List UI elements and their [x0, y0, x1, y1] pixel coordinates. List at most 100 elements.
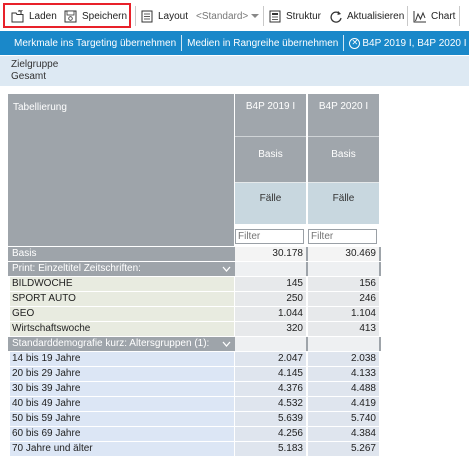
row-label: Basis	[12, 248, 37, 259]
load-button[interactable]: Laden	[11, 8, 57, 24]
layout-value: <Standard>	[196, 10, 249, 22]
group-label: Print: Einzeltitel Zeitschriften:	[12, 263, 141, 274]
column-cases-label: Fälle	[235, 182, 306, 224]
table-row: GEO 1.044 1.104	[8, 307, 381, 321]
load-label: Laden	[29, 10, 57, 22]
row-label: 30 bis 39 Jahre	[10, 382, 234, 396]
column-title: B4P 2020 I	[308, 94, 379, 136]
group-label: Standarddemografie kurz: Altersgruppen (…	[12, 338, 210, 349]
row-label: Wirtschaftswoche	[10, 322, 234, 336]
cell-value: 4.419	[308, 397, 379, 411]
chart-label: Chart	[431, 10, 456, 22]
filter-cell	[235, 229, 304, 246]
cell-value: 1.044	[235, 307, 306, 321]
layout-button[interactable]: Layout	[141, 8, 188, 24]
column-basis-label: Basis	[308, 136, 379, 182]
table-row: SPORT AUTO 250 246	[8, 292, 381, 306]
cell-value: 4.376	[235, 382, 306, 396]
save-button[interactable]: Speichern	[64, 8, 127, 24]
target-group-heading: Zielgruppe	[11, 59, 59, 70]
refresh-button[interactable]: Aktualisieren	[329, 8, 404, 24]
action-bar-divider	[181, 35, 183, 51]
filter-input-b4p-2019[interactable]	[235, 229, 304, 244]
column-title: B4P 2019 I	[235, 94, 306, 136]
structure-button[interactable]: Struktur	[269, 8, 321, 24]
cell-value: 413	[308, 322, 379, 336]
table-row: Wirtschaftswoche 320 413	[8, 322, 381, 336]
target-group-value: Gesamt	[11, 71, 47, 82]
surveys-filter-label: B4P 2019 I, B4P 2020 I	[362, 37, 467, 49]
open-folder-icon	[11, 9, 24, 22]
row-label: GEO	[10, 307, 234, 321]
row-label: SPORT AUTO	[10, 292, 234, 306]
cell-value: 5.639	[235, 412, 306, 426]
group-row-print-titles[interactable]: Print: Einzeltitel Zeitschriften:	[8, 262, 381, 276]
row-label: 60 bis 69 Jahre	[10, 427, 234, 441]
filter-cell	[308, 229, 377, 246]
cell-value: 4.133	[308, 367, 379, 381]
table-row: 60 bis 69 Jahre 4.256 4.384	[8, 427, 381, 441]
cell-value: 4.256	[235, 427, 306, 441]
cell-value: 2.047	[235, 352, 306, 366]
column-header-b4p-2020: B4P 2020 I Basis Fälle	[308, 94, 379, 224]
save-icon	[64, 10, 77, 22]
cell-value: 145	[235, 277, 306, 291]
table-header-title: Tabellierung	[8, 94, 234, 246]
row-label: 20 bis 29 Jahre	[10, 367, 234, 381]
cell-value	[308, 337, 379, 351]
layout-select[interactable]: <Standard>	[196, 8, 260, 24]
apply-features-targeting-label: Merkmale ins Targeting übernehmen	[14, 37, 177, 49]
cell-value: 246	[308, 292, 379, 306]
apply-features-targeting-button[interactable]: Merkmale ins Targeting übernehmen	[0, 31, 181, 55]
toolbar-divider	[407, 6, 408, 26]
table-title-label: Tabellierung	[13, 102, 67, 113]
toolbar-divider	[263, 6, 264, 26]
cell-value: 156	[308, 277, 379, 291]
apply-media-ranking-label: Medien in Rangreihe übernehmen	[187, 37, 339, 49]
cell-value: 30.469	[308, 247, 379, 261]
cell-value: 320	[235, 322, 306, 336]
row-label: BILDWOCHE	[10, 277, 234, 291]
cell-value: 250	[235, 292, 306, 306]
close-icon[interactable]: ✕	[349, 37, 361, 49]
table-row: 14 bis 19 Jahre 2.047 2.038	[8, 352, 381, 366]
row-label: 50 bis 59 Jahre	[10, 412, 234, 426]
toolbar-divider	[135, 6, 136, 26]
structure-label: Struktur	[286, 10, 322, 22]
cell-value: 4.488	[308, 382, 379, 396]
cell-value: 5.267	[308, 442, 379, 456]
layout-icon	[141, 10, 153, 22]
chevron-down-icon[interactable]	[222, 340, 231, 348]
row-label: 14 bis 19 Jahre	[10, 352, 234, 366]
column-basis-label: Basis	[235, 136, 306, 182]
cell-value	[235, 337, 306, 351]
chevron-down-icon[interactable]	[222, 265, 231, 273]
group-row-age-groups[interactable]: Standarddemografie kurz: Altersgruppen (…	[8, 337, 381, 351]
chart-button[interactable]: Chart	[413, 8, 455, 24]
layout-label: Layout	[158, 10, 189, 22]
cell-value	[235, 262, 306, 276]
table-row: 20 bis 29 Jahre 4.145 4.133	[8, 367, 381, 381]
table-row: 40 bis 49 Jahre 4.532 4.419	[8, 397, 381, 411]
cell-value: 4.145	[235, 367, 306, 381]
filter-input-b4p-2020[interactable]	[308, 229, 377, 244]
cell-value: 5.183	[235, 442, 306, 456]
action-bar: Merkmale ins Targeting übernehmen Medien…	[0, 31, 469, 55]
refresh-label: Aktualisieren	[347, 10, 405, 22]
toolbar-divider	[459, 6, 460, 26]
table-row: 50 bis 59 Jahre 5.639 5.740	[8, 412, 381, 426]
cell-value: 1.104	[308, 307, 379, 321]
row-label: 70 Jahre und älter	[10, 442, 234, 456]
cell-value: 2.038	[308, 352, 379, 366]
cell-value	[308, 262, 379, 276]
structure-icon	[269, 10, 281, 22]
refresh-icon	[330, 10, 342, 23]
cell-value: 5.740	[308, 412, 379, 426]
table-row-basis: Basis 30.178 30.469	[8, 247, 381, 261]
surveys-filter-chip[interactable]: ✕ B4P 2019 I, B4P 2020 I	[344, 31, 469, 55]
table-row: 30 bis 39 Jahre 4.376 4.488	[8, 382, 381, 396]
cell-value: 30.178	[235, 247, 306, 261]
apply-media-ranking-button[interactable]: Medien in Rangreihe übernehmen	[182, 31, 343, 55]
chevron-down-icon	[251, 14, 260, 18]
save-label: Speichern	[82, 10, 128, 22]
